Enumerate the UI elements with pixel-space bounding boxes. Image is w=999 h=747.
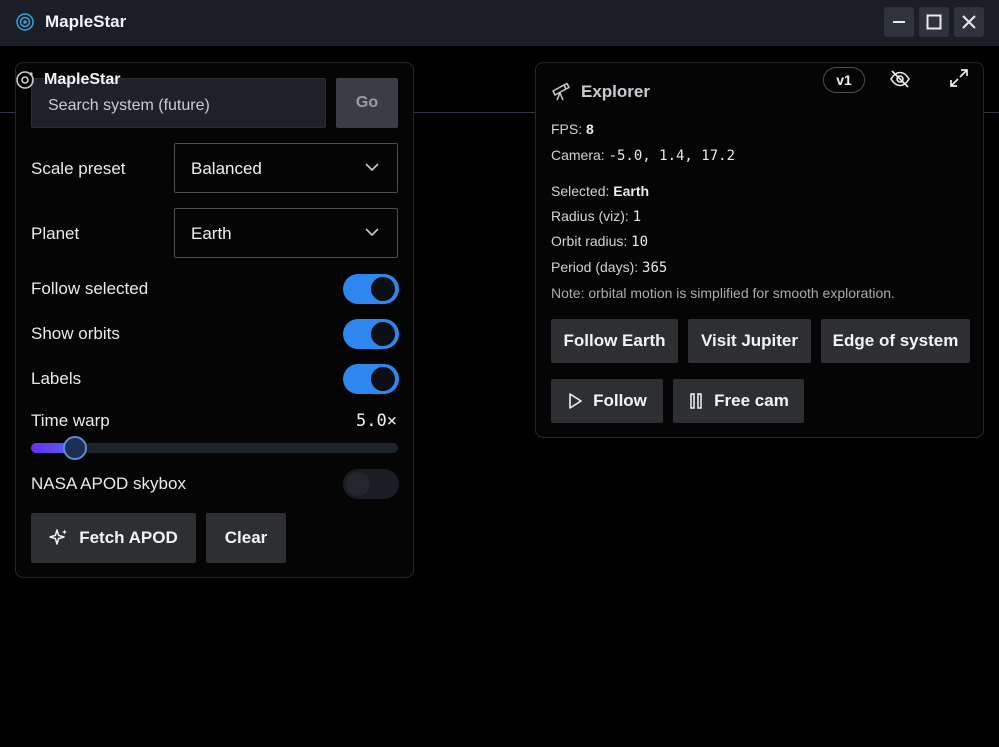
simulation-note: Note: orbital motion is simplified for s… xyxy=(551,285,895,301)
clear-button[interactable]: Clear xyxy=(206,513,286,563)
visit-jupiter-button[interactable]: Visit Jupiter xyxy=(688,319,811,363)
toggle-knob xyxy=(371,277,395,301)
period-value: 365 xyxy=(642,260,668,276)
radius-label: Radius (viz): xyxy=(551,208,629,224)
scale-preset-value: Balanced xyxy=(191,159,262,178)
fps-value: 8 xyxy=(586,121,594,137)
panel-brand: MapleStar xyxy=(15,70,120,90)
panel-brand-label: MapleStar xyxy=(44,71,121,88)
orbit-readout: Orbit radius: 10 xyxy=(551,233,648,250)
explorer-title: Explorer xyxy=(581,82,650,101)
fetch-apod-label: Fetch APOD xyxy=(79,528,178,547)
follow-selected-toggle[interactable] xyxy=(343,274,399,304)
play-icon xyxy=(569,393,582,409)
chevron-down-icon xyxy=(365,228,379,237)
expand-icon[interactable] xyxy=(949,68,969,88)
camera-value: -5.0, 1.4, 17.2 xyxy=(608,148,736,164)
chevron-down-icon xyxy=(365,163,379,172)
follow-label: Follow xyxy=(593,391,647,410)
time-warp-value: 5.0× xyxy=(356,411,397,431)
time-warp-label: Time warp xyxy=(31,411,110,430)
window-title: MapleStar xyxy=(45,12,127,31)
fetch-apod-button[interactable]: Fetch APOD xyxy=(31,513,196,563)
toggle-knob xyxy=(346,472,370,496)
edge-of-system-label: Edge of system xyxy=(832,331,959,350)
telescope-icon xyxy=(552,82,570,101)
maximize-icon xyxy=(926,14,942,30)
visit-jupiter-label: Visit Jupiter xyxy=(701,331,798,350)
selected-label: Selected: xyxy=(551,183,610,199)
app-logo-icon xyxy=(16,13,34,31)
minimize-icon xyxy=(893,21,905,23)
selected-value: Earth xyxy=(613,183,650,199)
fps-readout: FPS: 8 xyxy=(551,121,594,137)
version-badge: v1 xyxy=(823,67,865,93)
planet-logo-icon xyxy=(16,71,34,89)
toggle-knob xyxy=(371,367,395,391)
period-readout: Period (days): 365 xyxy=(551,259,667,276)
show-orbits-toggle[interactable] xyxy=(343,319,399,349)
maximize-button[interactable] xyxy=(919,7,949,37)
planet-label: Planet xyxy=(31,224,80,243)
clear-label: Clear xyxy=(224,528,268,547)
explorer-header: Explorer xyxy=(551,82,650,102)
edge-of-system-button[interactable]: Edge of system xyxy=(821,319,970,363)
close-icon xyxy=(962,15,976,29)
free-cam-button[interactable]: Free cam xyxy=(673,379,804,423)
follow-earth-button[interactable]: Follow Earth xyxy=(551,319,678,363)
show-orbits-label: Show orbits xyxy=(31,324,120,343)
orbit-value: 10 xyxy=(631,234,648,250)
apod-skybox-label: NASA APOD skybox xyxy=(31,474,186,493)
labels-label: Labels xyxy=(31,369,82,388)
close-button[interactable] xyxy=(954,7,984,37)
follow-button[interactable]: Follow xyxy=(551,379,663,423)
pause-icon xyxy=(690,393,702,409)
apod-skybox-toggle[interactable] xyxy=(343,469,399,499)
toggle-knob xyxy=(371,322,395,346)
radius-readout: Radius (viz): 1 xyxy=(551,208,641,225)
planet-value: Earth xyxy=(191,224,232,243)
orbit-label: Orbit radius: xyxy=(551,233,628,249)
slider-thumb[interactable] xyxy=(63,436,87,460)
follow-selected-label: Follow selected xyxy=(31,279,149,298)
period-label: Period (days): xyxy=(551,259,639,275)
follow-earth-label: Follow Earth xyxy=(563,331,666,350)
planet-select[interactable]: Earth xyxy=(174,208,398,258)
selected-readout: Selected: Earth xyxy=(551,183,649,199)
minimize-button[interactable] xyxy=(884,7,914,37)
title-bar: MapleStar xyxy=(0,0,999,46)
sparkles-icon xyxy=(49,529,68,545)
scale-preset-select[interactable]: Balanced xyxy=(174,143,398,193)
free-cam-label: Free cam xyxy=(714,391,789,410)
eye-off-icon[interactable] xyxy=(889,68,911,90)
go-button[interactable]: Go xyxy=(336,78,398,128)
labels-toggle[interactable] xyxy=(343,364,399,394)
camera-readout: Camera: -5.0, 1.4, 17.2 xyxy=(551,147,735,164)
scale-preset-label: Scale preset xyxy=(31,159,126,178)
fps-label: FPS: xyxy=(551,121,583,137)
camera-label: Camera: xyxy=(551,147,605,163)
radius-value: 1 xyxy=(632,209,642,225)
